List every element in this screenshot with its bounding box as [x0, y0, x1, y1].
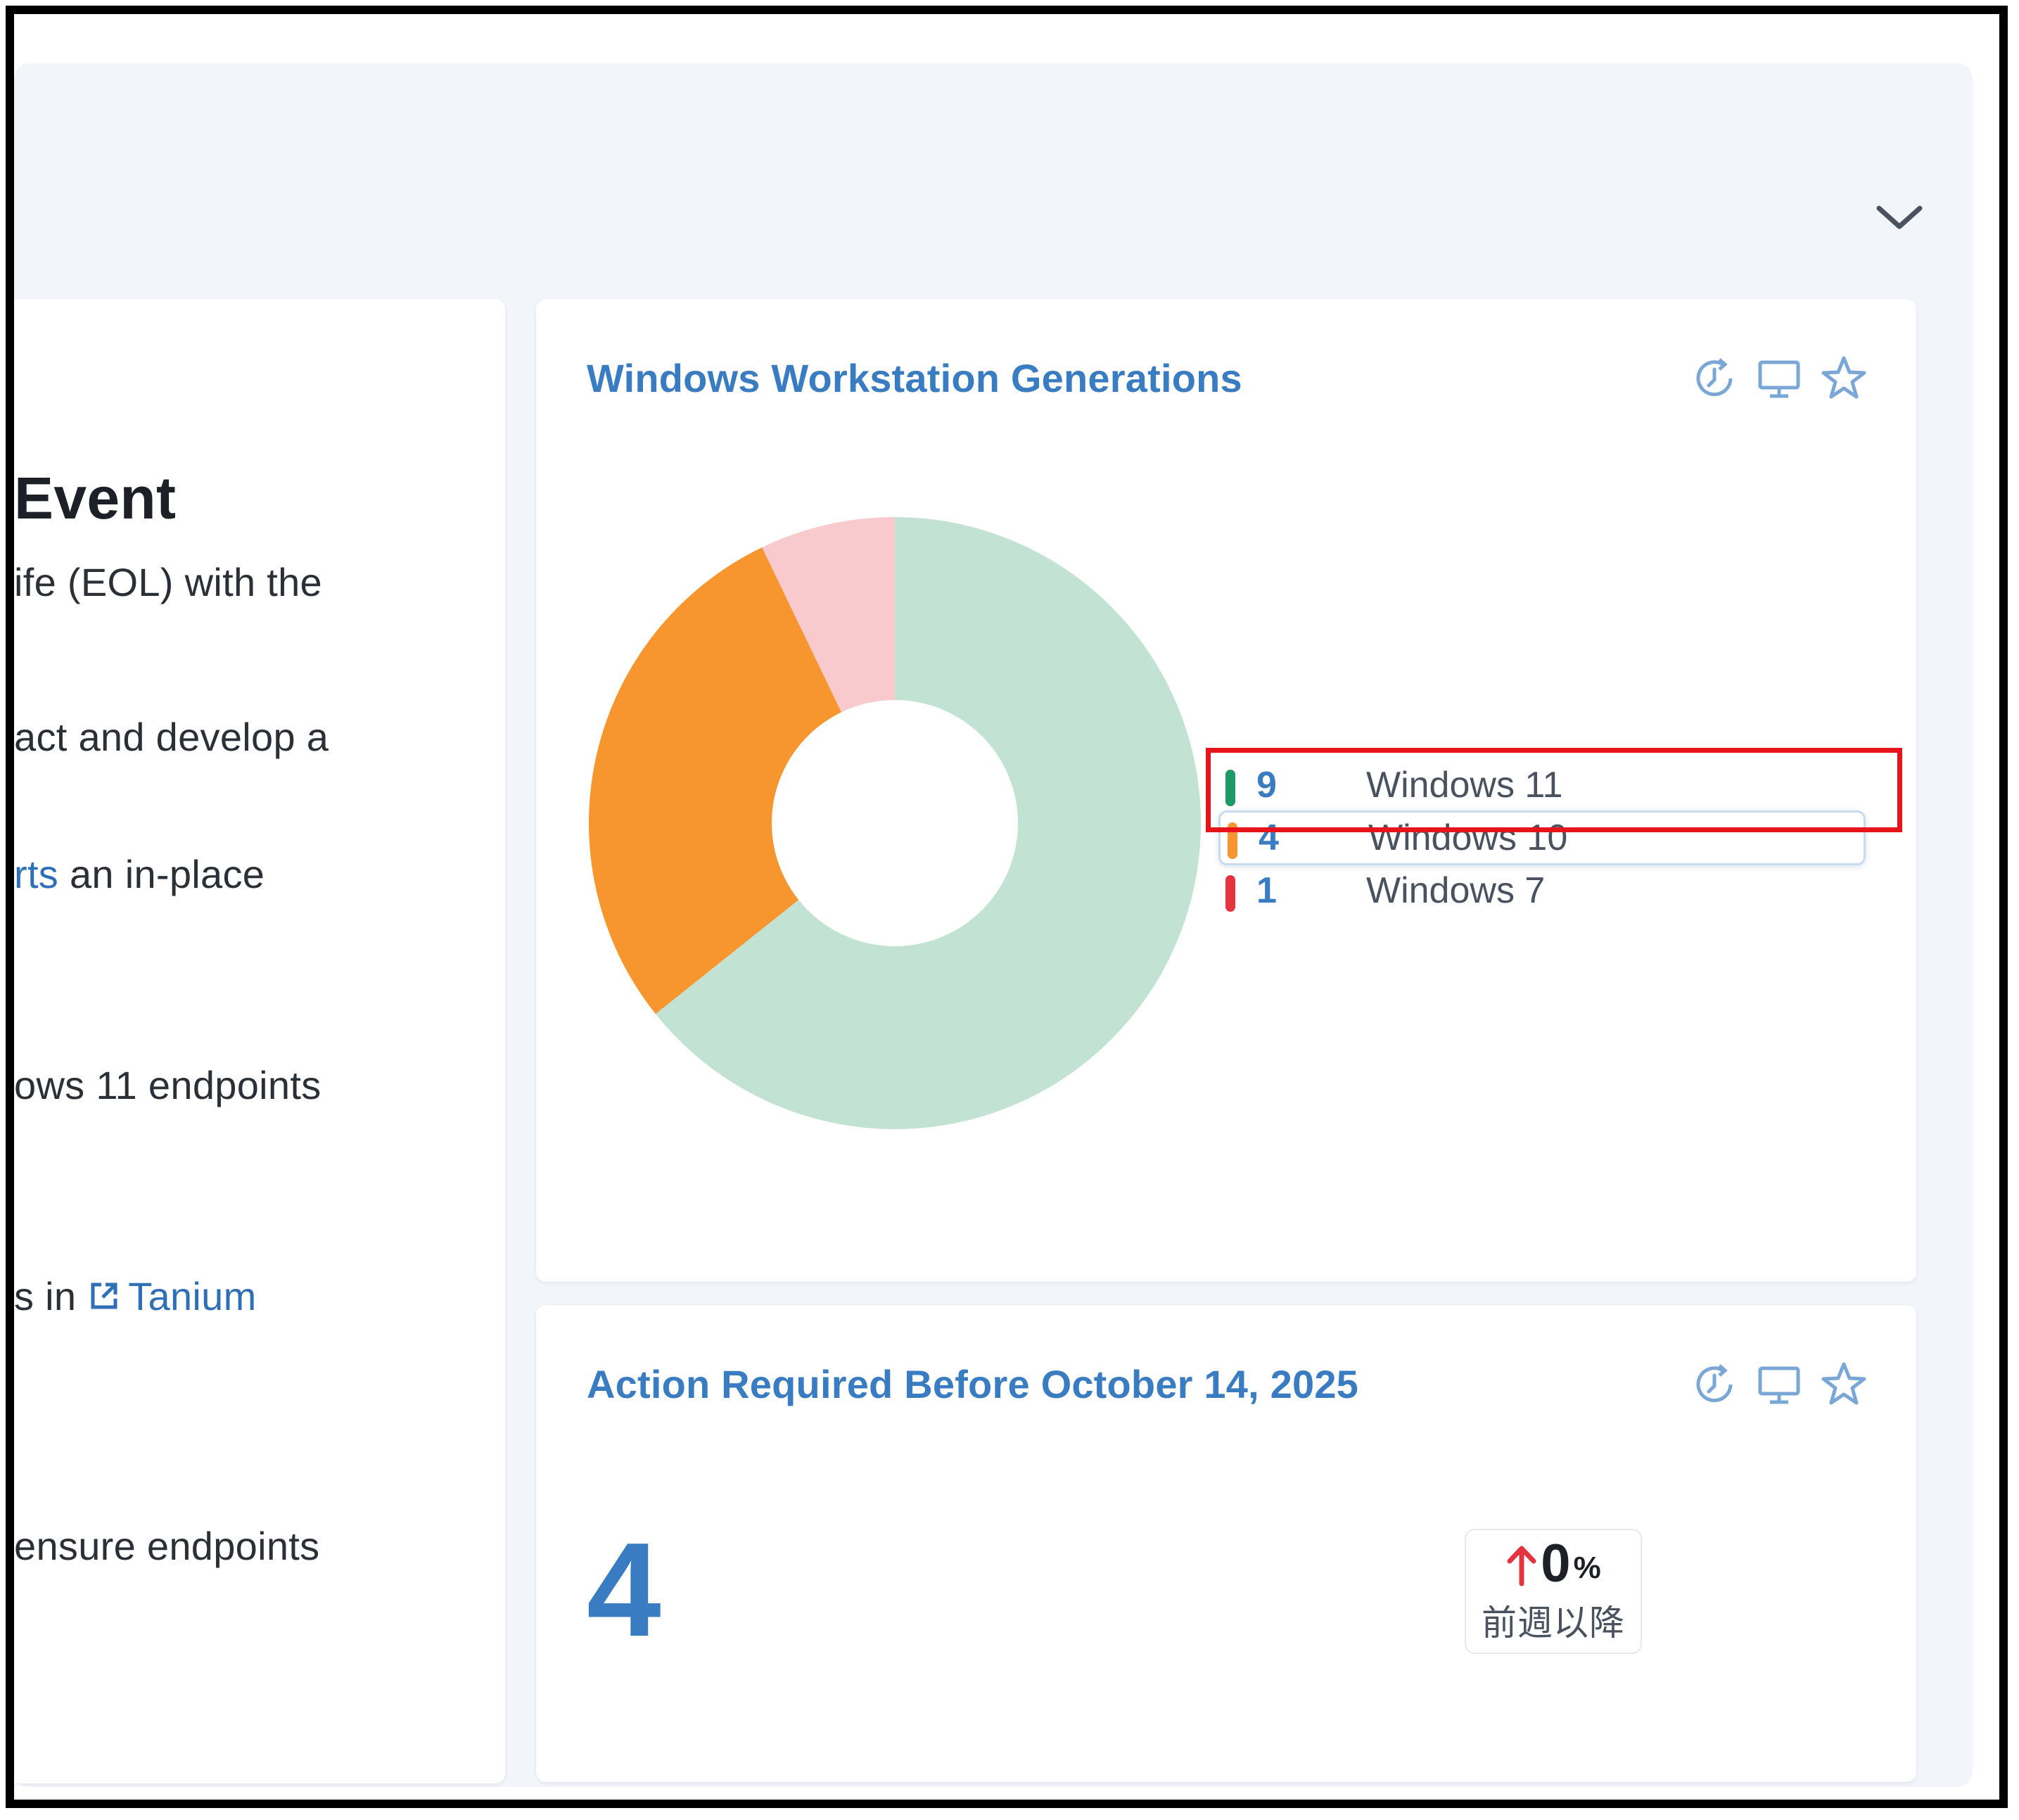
tanium-link[interactable]: Tanium	[87, 1274, 256, 1318]
article-line: s in Tanium	[14, 1273, 257, 1319]
card-title[interactable]: Windows Workstation Generations	[587, 355, 1242, 401]
arrow-up-icon	[1507, 1546, 1536, 1586]
legend-swatch	[1225, 875, 1235, 912]
screenshot-frame: Event ife (EOL) with the act and develop…	[6, 6, 2008, 1808]
change-label: 前週以降	[1482, 1603, 1625, 1643]
monitor-button[interactable]	[1754, 354, 1804, 403]
history-button[interactable]	[1690, 354, 1739, 403]
card-title[interactable]: Action Required Before October 14, 2025	[587, 1361, 1358, 1407]
external-link-icon	[91, 1283, 117, 1309]
article-line: ensure endpoints	[14, 1524, 320, 1568]
monitor-icon	[1758, 360, 1800, 398]
dashboard-panel: Event ife (EOL) with the act and develop…	[14, 63, 1973, 1787]
card-tools	[1690, 1360, 1868, 1409]
tanium-link-label: Tanium	[128, 1274, 257, 1318]
history-icon	[1696, 1364, 1733, 1403]
metric-value[interactable]: 4	[587, 1523, 661, 1657]
favorite-button[interactable]	[1819, 1360, 1868, 1409]
article-line-text: an in-place	[69, 852, 265, 896]
collapse-button[interactable]	[1871, 190, 1928, 246]
history-icon	[1696, 358, 1733, 397]
legend-item-windows-10[interactable]: 4 Windows 10	[1218, 810, 1866, 865]
legend-label: Windows 11	[1366, 765, 1563, 806]
legend-swatch	[1228, 822, 1237, 859]
history-button[interactable]	[1690, 1360, 1739, 1409]
change-row: 0 %	[1505, 1534, 1601, 1593]
legend-item-windows-11[interactable]: 9 Windows 11	[1218, 760, 1866, 810]
change-badge: 0 % 前週以降	[1465, 1529, 1642, 1654]
article-line-text: s in	[14, 1274, 88, 1318]
article-title: Event	[14, 465, 177, 531]
donut-chart	[588, 517, 1201, 1129]
star-icon	[1821, 1362, 1866, 1405]
windows-generations-card: Windows Workstation Generations 9 Window…	[536, 299, 1916, 1282]
legend-label: Windows 7	[1366, 870, 1546, 911]
chart-legend: 9 Windows 11 4 Windows 10 1 Windows 7	[1218, 760, 1866, 916]
legend-value: 9	[1256, 765, 1277, 806]
article-line: ife (EOL) with the	[14, 560, 323, 604]
monitor-button[interactable]	[1754, 1360, 1804, 1409]
monitor-icon	[1758, 1366, 1800, 1404]
legend-value: 1	[1256, 870, 1277, 911]
article-line: rts an in-place	[14, 851, 265, 897]
legend-swatch	[1225, 770, 1235, 806]
action-required-card: Action Required Before October 14, 2025	[536, 1305, 1916, 1782]
change-unit: %	[1573, 1551, 1601, 1585]
change-value: 0	[1541, 1534, 1571, 1593]
eol-article-card: Event ife (EOL) with the act and develop…	[14, 299, 505, 1783]
article-line: act and develop a	[14, 715, 329, 759]
article-link[interactable]: rts	[14, 852, 58, 896]
article-line: ows 11 endpoints	[14, 1063, 321, 1107]
chevron-down-icon	[1876, 205, 1923, 229]
star-icon	[1821, 356, 1866, 399]
favorite-button[interactable]	[1819, 354, 1868, 403]
legend-item-windows-7[interactable]: 1 Windows 7	[1218, 865, 1866, 916]
card-tools	[1690, 354, 1868, 403]
legend-label: Windows 10	[1368, 817, 1568, 858]
legend-value: 4	[1259, 817, 1279, 858]
